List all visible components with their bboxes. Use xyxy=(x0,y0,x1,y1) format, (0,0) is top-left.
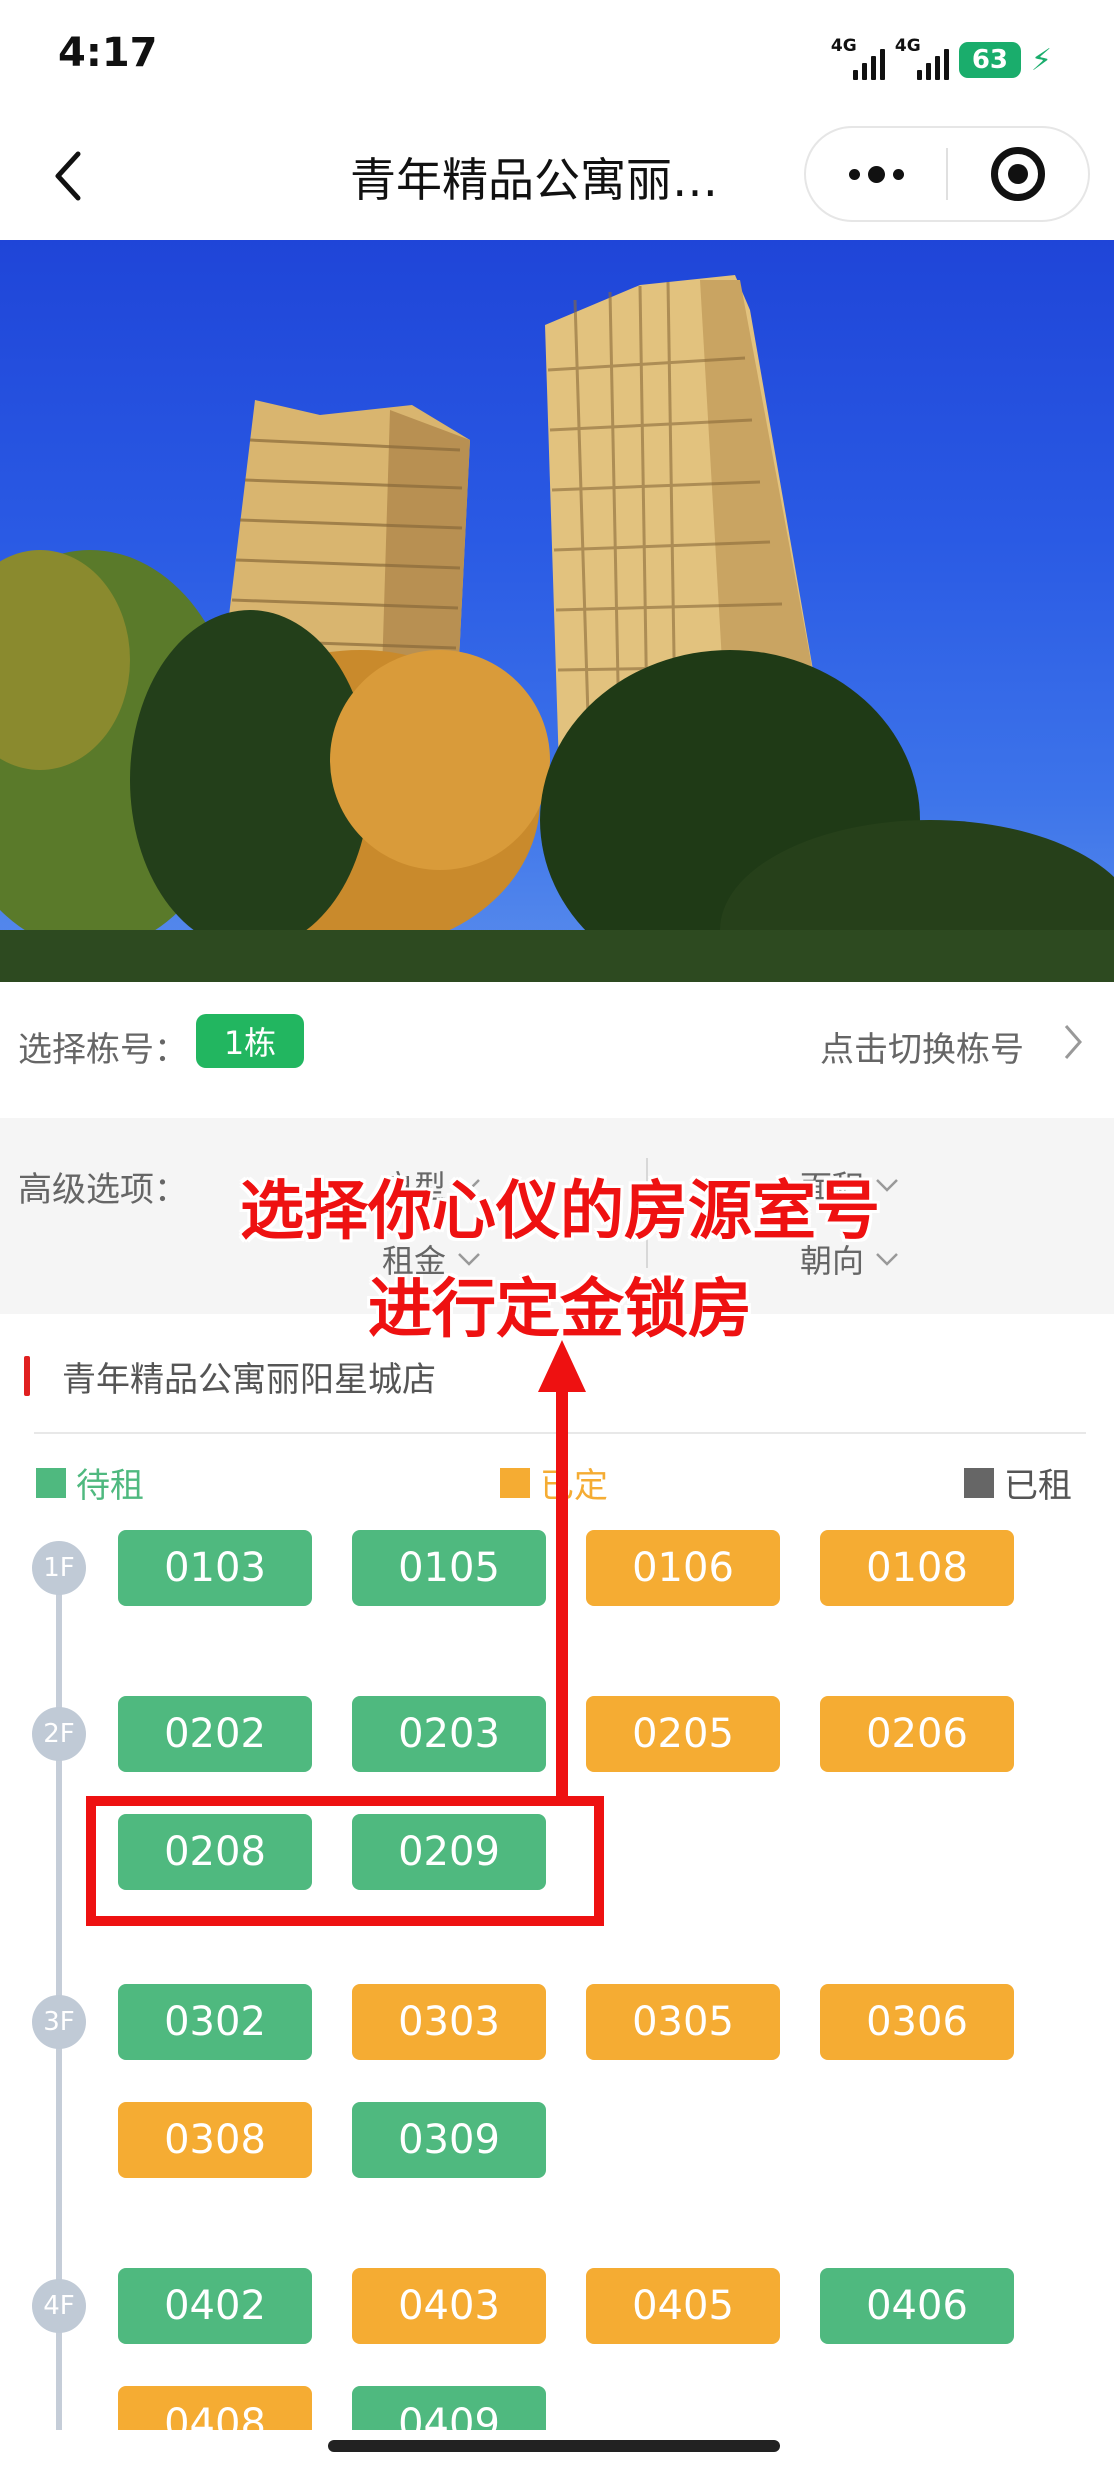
annotation-text: 进行定金锁房 xyxy=(368,1273,752,1347)
chevron-down-icon xyxy=(876,1253,898,1266)
network-type-label: 4G xyxy=(894,36,921,56)
close-miniapp-button[interactable] xyxy=(948,128,1088,220)
bolt-icon: ⚡ xyxy=(1030,42,1052,78)
store-accent-bar xyxy=(24,1356,30,1396)
cellular-signal-icon: 4G xyxy=(895,36,949,80)
room-button-0402[interactable]: 0402 xyxy=(118,2268,312,2344)
room-button-0206[interactable]: 0206 xyxy=(820,1696,1014,1772)
building-label: 选择栋号： xyxy=(18,1030,188,1070)
room-button-0205[interactable]: 0205 xyxy=(586,1696,780,1772)
more-button[interactable] xyxy=(806,128,946,220)
apartment-photo xyxy=(0,240,1114,982)
status-indicators: 4G 4G 63 ⚡ xyxy=(831,36,1052,82)
back-button[interactable] xyxy=(38,146,98,206)
room-button-0405[interactable]: 0405 xyxy=(586,2268,780,2344)
floor-badge: 3F xyxy=(32,1995,86,2049)
annotation-text: 选择你心仪的房源室号 xyxy=(240,1175,880,1249)
network-type-label: 4G xyxy=(830,36,857,56)
chevron-left-icon xyxy=(55,151,81,201)
legend-label: 已租 xyxy=(1004,1466,1072,1506)
room-button-0108[interactable]: 0108 xyxy=(820,1530,1014,1606)
legend-available: 待租 xyxy=(36,1458,144,1507)
legend-booked: 已定 xyxy=(500,1458,608,1507)
room-button-0202[interactable]: 0202 xyxy=(118,1696,312,1772)
cellular-signal-icon: 4G xyxy=(831,36,885,80)
room-button-0309[interactable]: 0309 xyxy=(352,2102,546,2178)
legend-swatch xyxy=(36,1467,66,1498)
annotation-highlight-box xyxy=(86,1796,604,1926)
home-indicator[interactable] xyxy=(328,2440,780,2452)
legend-label: 待租 xyxy=(76,1466,144,1506)
legend-rented: 已租 xyxy=(964,1458,1072,1507)
room-button-0306[interactable]: 0306 xyxy=(820,1984,1014,2060)
target-circle-icon xyxy=(990,147,1045,201)
room-button-0305[interactable]: 0305 xyxy=(586,1984,780,2060)
battery-icon: 63 xyxy=(958,42,1021,78)
room-button-0302[interactable]: 0302 xyxy=(118,1984,312,2060)
nav-bar: 青年精品公寓丽… xyxy=(0,120,1114,240)
switch-building-link[interactable]: 点击切换栋号 xyxy=(820,1022,1024,1071)
more-dots-icon xyxy=(848,168,860,180)
divider xyxy=(34,1432,1086,1434)
building-tag[interactable]: 1栋 xyxy=(196,1014,304,1068)
floor-badge: 4F xyxy=(32,2279,86,2333)
room-button-0403[interactable]: 0403 xyxy=(352,2268,546,2344)
room-button-0308[interactable]: 0308 xyxy=(118,2102,312,2178)
chevron-right-icon[interactable] xyxy=(1060,1022,1086,1062)
legend-label: 已定 xyxy=(540,1466,608,1506)
legend-swatch xyxy=(964,1467,994,1498)
floor-badge: 2F xyxy=(32,1707,86,1761)
room-button-0303[interactable]: 0303 xyxy=(352,1984,546,2060)
building-selector: 选择栋号： 1栋 点击切换栋号 xyxy=(0,982,1114,1118)
miniapp-capsule xyxy=(804,126,1090,222)
bottom-bar xyxy=(0,2430,1114,2475)
floor-badge: 1F xyxy=(32,1541,86,1595)
room-button-0203[interactable]: 0203 xyxy=(352,1696,546,1772)
building-illustration xyxy=(0,275,1114,982)
room-button-0103[interactable]: 0103 xyxy=(118,1530,312,1606)
room-button-0406[interactable]: 0406 xyxy=(820,2268,1014,2344)
store-name: 青年精品公寓丽阳星城店 xyxy=(62,1360,436,1400)
room-button-0105[interactable]: 0105 xyxy=(352,1530,546,1606)
page-title: 青年精品公寓丽… xyxy=(350,153,718,207)
legend-swatch xyxy=(500,1467,530,1498)
status-time: 4:17 xyxy=(58,30,158,76)
room-button-0106[interactable]: 0106 xyxy=(586,1530,780,1606)
status-bar: 4:17 4G 4G 63 ⚡ xyxy=(0,0,1114,120)
